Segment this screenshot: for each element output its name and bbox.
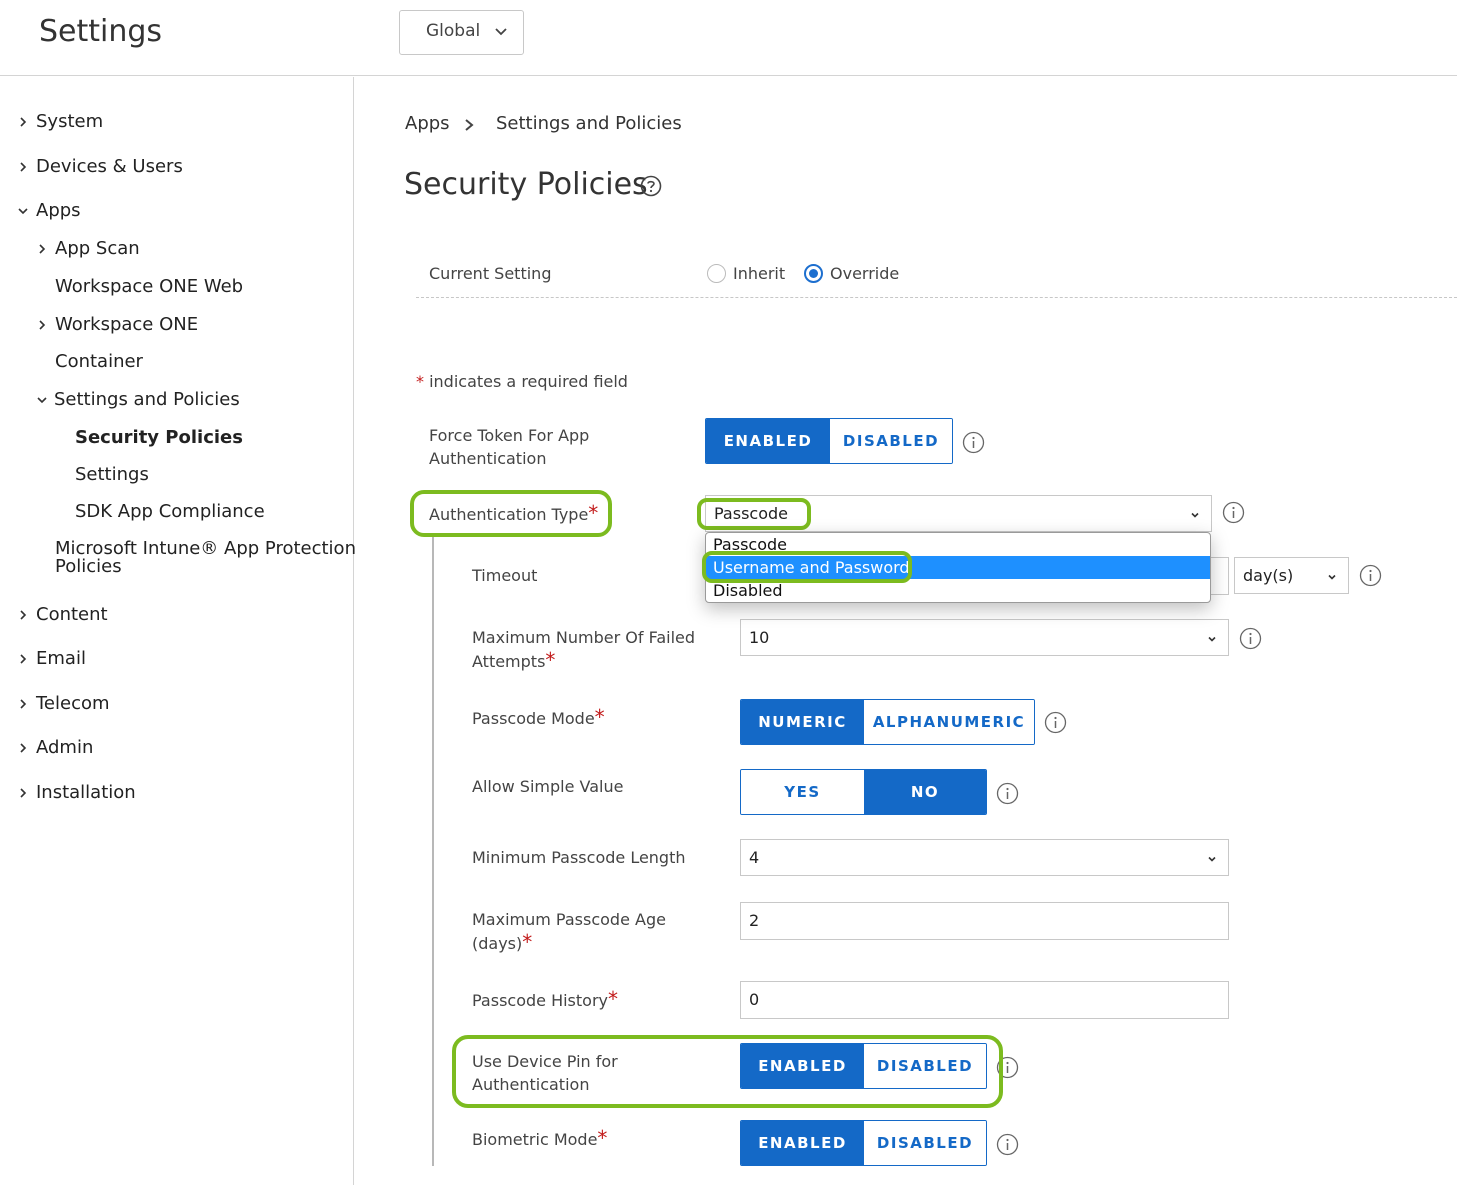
- override-label: Override: [830, 264, 900, 283]
- force-token-label: Force Token For App Authentication: [429, 426, 590, 468]
- sidebar-item-settings[interactable]: Settings: [75, 464, 149, 485]
- chevron-right-icon: [20, 610, 27, 620]
- page-title: Security Policies: [404, 167, 648, 202]
- force-token-disabled-button[interactable]: DISABLED: [830, 419, 952, 463]
- current-setting-label: Current Setting: [429, 264, 552, 283]
- chevron-down-icon: [18, 208, 28, 215]
- organization-group-value: Global: [426, 21, 481, 41]
- biometric-mode-toggle: ENABLED DISABLED: [740, 1120, 987, 1166]
- authentication-type-label: Authentication Type*: [429, 501, 599, 525]
- min-passcode-length-select[interactable]: 4: [740, 839, 1229, 876]
- use-device-pin-label: Use Device Pin for Authentication: [472, 1052, 618, 1094]
- chevron-down-icon: [1208, 856, 1216, 862]
- min-passcode-length-value: 4: [749, 848, 760, 867]
- force-token-toggle: ENABLED DISABLED: [705, 418, 953, 464]
- divider: [416, 297, 1457, 298]
- chevron-down-icon: [37, 397, 47, 404]
- biometric-disabled-button[interactable]: DISABLED: [864, 1121, 986, 1165]
- passcode-mode-label: Passcode Mode*: [472, 705, 605, 729]
- chevron-right-icon: [39, 244, 46, 254]
- max-failed-attempts-value: 10: [749, 628, 770, 647]
- chevron-down-icon: [1208, 636, 1216, 642]
- info-icon[interactable]: [1239, 627, 1262, 650]
- app-title: Settings: [39, 14, 163, 49]
- auth-option-username-password[interactable]: Username and Password: [706, 556, 1210, 579]
- device-pin-enabled-button[interactable]: ENABLED: [741, 1044, 864, 1088]
- authentication-type-select[interactable]: Passcode: [705, 495, 1212, 532]
- info-icon[interactable]: [996, 1056, 1019, 1079]
- chevron-right-icon: [39, 320, 46, 330]
- organization-group-select[interactable]: Global: [399, 10, 524, 55]
- authentication-type-dropdown: Passcode Username and Password Disabled: [705, 532, 1211, 603]
- force-token-enabled-button[interactable]: ENABLED: [706, 419, 830, 463]
- simple-value-no-button[interactable]: NO: [864, 770, 986, 814]
- timeout-label: Timeout: [472, 566, 538, 585]
- simple-value-yes-button[interactable]: YES: [741, 770, 864, 814]
- chevron-right-icon: [20, 743, 27, 753]
- use-device-pin-toggle: ENABLED DISABLED: [740, 1043, 987, 1089]
- auth-option-passcode[interactable]: Passcode: [706, 533, 1210, 556]
- chevron-down-icon: [495, 28, 507, 36]
- chevron-right-icon: [20, 699, 27, 709]
- info-icon[interactable]: [1222, 501, 1245, 524]
- chevron-right-icon: [20, 654, 27, 664]
- timeout-unit-select[interactable]: day(s): [1234, 557, 1349, 594]
- info-icon[interactable]: [996, 782, 1019, 805]
- info-icon[interactable]: [962, 431, 985, 454]
- info-icon[interactable]: [996, 1133, 1019, 1156]
- allow-simple-value-label: Allow Simple Value: [472, 777, 624, 796]
- inherit-radio[interactable]: [707, 264, 726, 283]
- help-icon[interactable]: [640, 175, 662, 197]
- biometric-enabled-button[interactable]: ENABLED: [741, 1121, 864, 1165]
- sidebar: [0, 77, 354, 1185]
- chevron-down-icon: [1328, 574, 1336, 580]
- breadcrumb-settings-and-policies[interactable]: Settings and Policies: [496, 113, 682, 134]
- sidebar-item-microsoft-intune[interactable]: Microsoft Intune® App Protection Policie…: [55, 538, 356, 577]
- group-indent-line: [432, 537, 434, 1166]
- passcode-history-input[interactable]: 0: [740, 981, 1229, 1019]
- sidebar-item-sdk-app-compliance[interactable]: SDK App Compliance: [75, 501, 265, 522]
- info-icon[interactable]: [1044, 711, 1067, 734]
- allow-simple-value-toggle: YES NO: [740, 769, 987, 815]
- info-icon[interactable]: [1359, 564, 1382, 587]
- timeout-unit-value: day(s): [1243, 566, 1294, 585]
- sidebar-item-workspace-one-web[interactable]: Workspace ONE Web: [55, 276, 243, 297]
- max-passcode-age-input[interactable]: 2: [740, 902, 1229, 940]
- max-passcode-age-label: Maximum Passcode Age (days)*: [472, 910, 666, 954]
- required-field-note: * indicates a required field: [416, 372, 628, 391]
- passcode-mode-alphanumeric-button[interactable]: ALPHANUMERIC: [864, 700, 1034, 744]
- chevron-right-icon: [20, 117, 27, 127]
- max-failed-attempts-label: Maximum Number Of Failed Attempts*: [472, 628, 696, 672]
- device-pin-disabled-button[interactable]: DISABLED: [864, 1044, 986, 1088]
- passcode-mode-numeric-button[interactable]: NUMERIC: [741, 700, 864, 744]
- auth-option-disabled[interactable]: Disabled: [706, 579, 1210, 602]
- authentication-type-value: Passcode: [714, 504, 788, 523]
- passcode-history-label: Passcode History*: [472, 987, 618, 1011]
- top-header: Settings Global: [0, 0, 1457, 76]
- chevron-right-icon: [20, 162, 27, 172]
- sidebar-item-container[interactable]: Container: [55, 351, 143, 372]
- inherit-label: Inherit: [733, 264, 786, 283]
- chevron-right-icon: [465, 119, 474, 131]
- breadcrumb-apps[interactable]: Apps: [405, 113, 450, 134]
- sidebar-item-security-policies[interactable]: Security Policies: [75, 427, 243, 448]
- chevron-right-icon: [20, 788, 27, 798]
- chevron-down-icon: [1191, 512, 1199, 518]
- passcode-mode-toggle: NUMERIC ALPHANUMERIC: [740, 699, 1035, 745]
- min-passcode-length-label: Minimum Passcode Length: [472, 848, 686, 867]
- max-failed-attempts-select[interactable]: 10: [740, 619, 1229, 656]
- override-radio[interactable]: [804, 264, 823, 283]
- biometric-mode-label: Biometric Mode*: [472, 1126, 608, 1150]
